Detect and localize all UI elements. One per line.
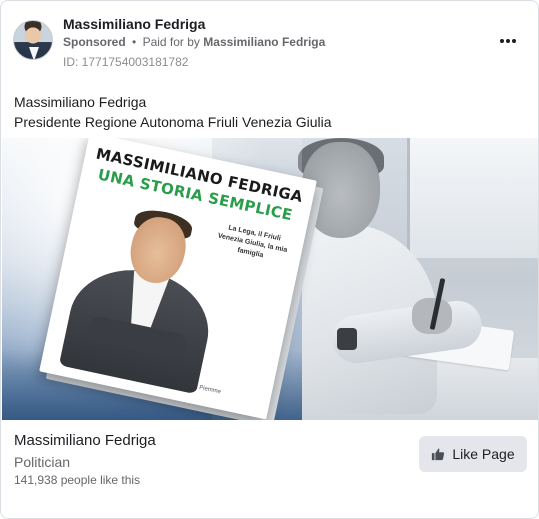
page-category: Politician xyxy=(14,454,71,470)
sponsor-line: Sponsored • Paid for by Massimiliano Fed… xyxy=(63,35,325,49)
watch xyxy=(337,328,357,350)
window xyxy=(407,138,538,258)
book-publisher: Piemme xyxy=(198,384,222,396)
ad-header: Massimiliano Fedriga Sponsored • Paid fo… xyxy=(13,14,526,74)
ad-card: Massimiliano Fedriga Sponsored • Paid fo… xyxy=(0,0,539,519)
avatar-collar xyxy=(29,47,39,59)
like-page-label: Like Page xyxy=(452,446,515,462)
post-line-1: Massimiliano Fedriga xyxy=(14,94,147,110)
ad-image[interactable]: MASSIMILIANO FEDRIGA UNA STORIA SEMPLICE… xyxy=(2,138,538,420)
separator-dot: • xyxy=(132,35,137,49)
book-cover-portrait xyxy=(58,195,232,395)
more-horizontal-icon xyxy=(500,39,504,43)
page-name-link[interactable]: Massimiliano Fedriga xyxy=(63,16,205,32)
payer-name: Massimiliano Fedriga xyxy=(203,35,326,49)
post-line-2: Presidente Regione Autonoma Friuli Venez… xyxy=(14,114,332,130)
post-text: Massimiliano Fedriga Presidente Regione … xyxy=(14,92,526,132)
sponsored-label: Sponsored xyxy=(63,35,126,49)
book: MASSIMILIANO FEDRIGA UNA STORIA SEMPLICE… xyxy=(39,138,324,420)
ad-id: ID: 1771754003181782 xyxy=(63,55,189,69)
paid-for-text: Paid for by xyxy=(142,35,200,49)
more-options-button[interactable] xyxy=(496,32,520,50)
footer-page-name[interactable]: Massimiliano Fedriga xyxy=(14,432,156,449)
like-page-button[interactable]: Like Page xyxy=(419,436,527,472)
like-count: 141,938 people like this xyxy=(14,473,141,487)
thumbs-up-icon xyxy=(432,448,445,461)
page-avatar[interactable] xyxy=(13,20,53,60)
ad-footer: Massimiliano Fedriga Politician 141,938 … xyxy=(1,420,538,518)
